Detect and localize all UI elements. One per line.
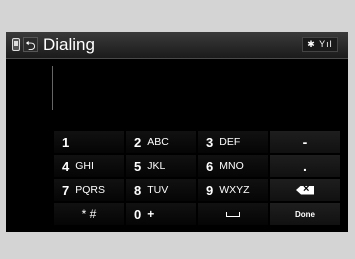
back-arrow-icon: ⮌ xyxy=(25,38,36,53)
backspace-button[interactable] xyxy=(270,179,340,201)
key-8[interactable]: 8 TUV xyxy=(126,179,196,201)
bluetooth-signal-status: ✱ Yıl xyxy=(302,37,338,52)
key-1[interactable]: 1 xyxy=(54,131,124,153)
key-0[interactable]: 0 + xyxy=(126,203,196,225)
key-6[interactable]: 6 MNO xyxy=(198,155,268,177)
key-7[interactable]: 7 PQRS xyxy=(54,179,124,201)
key-9[interactable]: 9 WXYZ xyxy=(198,179,268,201)
key-dot[interactable]: . xyxy=(270,155,340,177)
title-bar: ⮌ Dialing ✱ Yıl xyxy=(6,32,348,59)
text-cursor xyxy=(52,66,53,110)
done-button[interactable]: Done xyxy=(270,203,340,225)
dialing-screen: ⮌ Dialing ✱ Yıl 1 2 ABC 3 DEF - 4 GHI 5 … xyxy=(6,32,348,232)
space-button[interactable] xyxy=(198,203,268,225)
back-button[interactable]: ⮌ xyxy=(23,37,38,53)
space-icon xyxy=(226,211,240,217)
page-title: Dialing xyxy=(43,35,95,54)
key-dash[interactable]: - xyxy=(270,131,340,153)
key-5[interactable]: 5 JKL xyxy=(126,155,196,177)
key-4[interactable]: 4 GHI xyxy=(54,155,124,177)
backspace-icon xyxy=(296,185,314,195)
key-3[interactable]: 3 DEF xyxy=(198,131,268,153)
phone-icon[interactable] xyxy=(12,38,20,51)
dial-keypad: 1 2 ABC 3 DEF - 4 GHI 5 JKL 6 MNO . 7 PQ… xyxy=(54,131,340,225)
key-2[interactable]: 2 ABC xyxy=(126,131,196,153)
key-star-hash[interactable]: * # xyxy=(54,203,124,225)
